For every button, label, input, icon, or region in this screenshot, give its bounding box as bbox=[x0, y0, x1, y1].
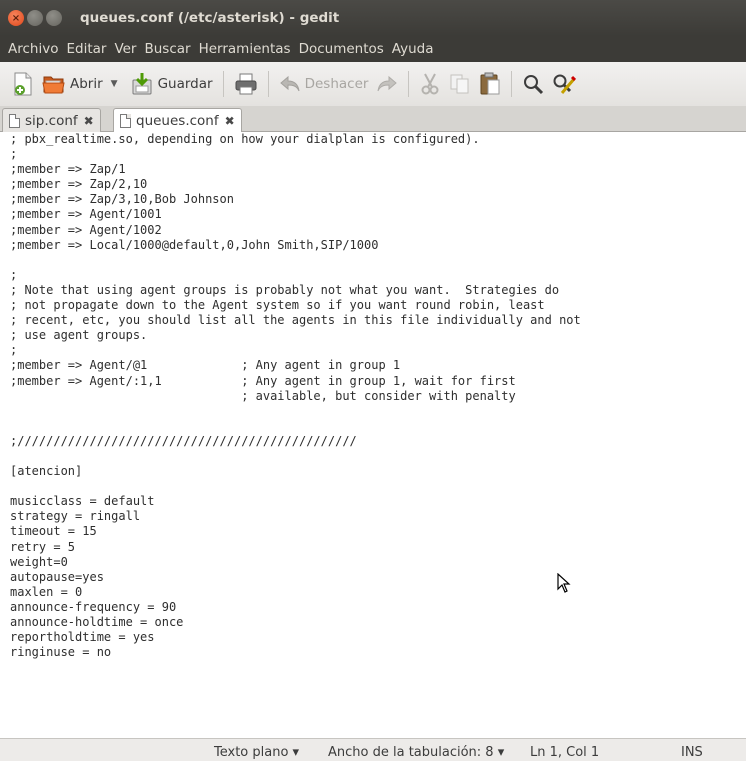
status-bar: Texto plano ▾ Ancho de la tabulación: 8 … bbox=[0, 738, 746, 761]
toolbar-separator bbox=[408, 71, 410, 97]
insert-mode: INS bbox=[681, 745, 703, 760]
toolbar: Abrir ▼ Guardar Deshacer bbox=[0, 62, 746, 106]
new-document-icon bbox=[14, 72, 32, 96]
document-tabs: sip.conf ✖ queues.conf ✖ bbox=[0, 106, 746, 133]
editor-line: ; available, but consider with penalty bbox=[10, 388, 516, 403]
editor-line: ;member => Local/1000@default,0,John Smi… bbox=[10, 237, 379, 252]
mouse-pointer-icon bbox=[557, 573, 571, 593]
close-tab-icon[interactable]: ✖ bbox=[84, 114, 94, 128]
editor-line: ;member => Agent/1002 bbox=[10, 222, 162, 237]
editor-line: announce-frequency = 90 bbox=[10, 599, 177, 614]
editor-line: ;member => Zap/3,10,Bob Johnson bbox=[10, 192, 234, 207]
replace-button[interactable] bbox=[548, 68, 580, 100]
editor-line: ; use agent groups. bbox=[10, 328, 148, 343]
copy-icon bbox=[450, 74, 469, 94]
close-window-button[interactable]: × bbox=[8, 10, 24, 26]
print-icon bbox=[235, 73, 257, 95]
cursor-position: Ln 1, Col 1 bbox=[530, 745, 600, 760]
toolbar-separator bbox=[267, 71, 269, 97]
minimize-window-button[interactable] bbox=[27, 10, 43, 26]
editor-line: ; recent, etc, you should list all the a… bbox=[10, 313, 581, 328]
editor-line: ;member => Agent/:1,1 ; Any agent in gro… bbox=[10, 373, 516, 388]
editor-line: ;member => Zap/1 bbox=[10, 162, 126, 177]
editor-line: ; bbox=[10, 147, 18, 162]
tab-queues-conf[interactable]: queues.conf ✖ bbox=[113, 108, 242, 133]
text-editor[interactable]: ; pbx_realtime.so, depending on how your… bbox=[0, 132, 746, 738]
search-button[interactable] bbox=[518, 68, 548, 100]
editor-line: reportholdtime = yes bbox=[10, 630, 155, 645]
editor-line: strategy = ringall bbox=[10, 509, 141, 524]
toolbar-separator bbox=[511, 71, 513, 97]
menu-documentos[interactable]: Documentos bbox=[295, 41, 388, 57]
language-selector[interactable]: Texto plano ▾ bbox=[214, 745, 299, 760]
tab-label: sip.conf bbox=[25, 112, 78, 129]
editor-line: autopause=yes bbox=[10, 569, 104, 584]
menu-herramientas[interactable]: Herramientas bbox=[195, 41, 295, 57]
open-button[interactable]: Abrir bbox=[38, 68, 107, 100]
cut-icon bbox=[421, 73, 439, 95]
text-document-icon bbox=[9, 113, 20, 128]
tab-label: queues.conf bbox=[136, 113, 219, 129]
close-tab-icon[interactable]: ✖ bbox=[225, 114, 235, 128]
menu-ver[interactable]: Ver bbox=[110, 41, 140, 57]
menu-archivo[interactable]: Archivo bbox=[4, 41, 62, 57]
editor-line: musicclass = default bbox=[10, 494, 155, 509]
undo-label: Deshacer bbox=[304, 76, 369, 92]
editor-line: ; bbox=[10, 343, 18, 358]
editor-line: ;member => Zap/2,10 bbox=[10, 177, 148, 192]
menu-buscar[interactable]: Buscar bbox=[140, 41, 194, 57]
menu-bar: Archivo Editar Ver Buscar Herramientas D… bbox=[0, 36, 746, 62]
editor-line: retry = 5 bbox=[10, 539, 76, 554]
editor-line: maxlen = 0 bbox=[10, 584, 83, 599]
open-folder-icon bbox=[42, 76, 65, 94]
tab-sip-conf[interactable]: sip.conf ✖ bbox=[2, 108, 101, 132]
menu-ayuda[interactable]: Ayuda bbox=[388, 41, 438, 57]
editor-line: [atencion] bbox=[10, 464, 83, 479]
new-document-button[interactable] bbox=[8, 68, 38, 100]
editor-line: weight=0 bbox=[10, 554, 68, 569]
chevron-down-icon: ▼ bbox=[110, 79, 118, 89]
editor-line: ; Note that using agent groups is probab… bbox=[10, 282, 560, 297]
search-icon bbox=[524, 75, 544, 95]
save-button[interactable]: Guardar bbox=[126, 68, 217, 100]
copy-button[interactable] bbox=[445, 68, 475, 100]
window-title: queues.conf (/etc/asterisk) - gedit bbox=[80, 10, 340, 26]
tab-width-selector[interactable]: Ancho de la tabulación: 8 ▾ bbox=[328, 745, 504, 760]
title-bar: × queues.conf (/etc/asterisk) - gedit bbox=[0, 0, 746, 36]
undo-icon bbox=[279, 75, 300, 92]
save-icon bbox=[132, 73, 152, 95]
open-recent-dropdown[interactable]: ▼ bbox=[107, 68, 122, 100]
editor-line: ringinuse = no bbox=[10, 645, 112, 660]
editor-line: ; bbox=[10, 267, 18, 282]
save-label: Guardar bbox=[157, 76, 213, 92]
toolbar-separator bbox=[222, 71, 224, 97]
window-controls: × bbox=[8, 10, 62, 26]
redo-button[interactable] bbox=[372, 68, 402, 100]
editor-line: ;member => Agent/@1 ; Any agent in group… bbox=[10, 358, 401, 373]
open-label: Abrir bbox=[70, 76, 103, 92]
paste-icon bbox=[480, 72, 500, 95]
editor-line: timeout = 15 bbox=[10, 524, 97, 539]
cut-button[interactable] bbox=[415, 68, 445, 100]
print-button[interactable] bbox=[230, 68, 262, 100]
editor-line: ; pbx_realtime.so, depending on how your… bbox=[10, 132, 480, 146]
maximize-window-button[interactable] bbox=[46, 10, 62, 26]
search-replace-icon bbox=[553, 74, 577, 94]
editor-line: announce-holdtime = once bbox=[10, 615, 184, 629]
editor-line: ;///////////////////////////////////////… bbox=[10, 433, 357, 448]
text-document-icon bbox=[120, 114, 131, 128]
editor-line: ;member => Agent/1001 bbox=[10, 207, 162, 222]
menu-editar[interactable]: Editar bbox=[62, 41, 110, 57]
editor-line: ; not propagate down to the Agent system… bbox=[10, 298, 545, 313]
redo-icon bbox=[377, 75, 398, 92]
paste-button[interactable] bbox=[475, 68, 505, 100]
undo-button[interactable]: Deshacer bbox=[275, 68, 373, 100]
